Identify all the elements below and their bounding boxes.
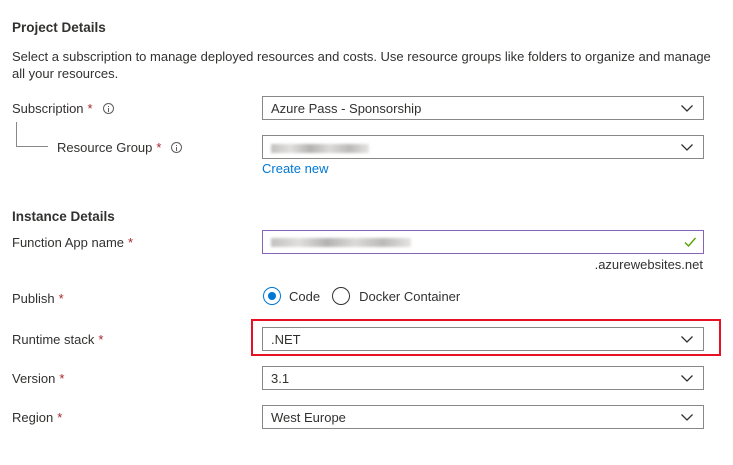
project-details-description: Select a subscription to manage deployed… xyxy=(12,49,711,81)
version-dropdown[interactable]: 3.1 xyxy=(262,366,704,390)
region-label-text: Region xyxy=(12,409,54,425)
publish-docker-label[interactable]: Docker Container xyxy=(359,289,460,304)
region-value: West Europe xyxy=(271,409,346,425)
tree-connector-vertical xyxy=(16,122,17,146)
required-mark: * xyxy=(128,234,134,250)
cropped-text-fragment xyxy=(12,0,132,2)
info-icon[interactable] xyxy=(171,141,183,153)
runtime-stack-label: Runtime stack * xyxy=(12,331,103,347)
version-value: 3.1 xyxy=(271,370,290,386)
required-mark: * xyxy=(57,409,63,425)
required-mark: * xyxy=(98,331,104,347)
region-label: Region * xyxy=(12,409,62,425)
instance-details-heading: Instance Details xyxy=(12,209,115,224)
checkmark-icon xyxy=(684,237,697,248)
runtime-stack-label-text: Runtime stack xyxy=(12,331,95,347)
required-mark: * xyxy=(156,139,162,155)
resource-group-label-text: Resource Group xyxy=(57,139,153,155)
function-app-name-input[interactable] xyxy=(262,230,704,254)
publish-code-radio[interactable] xyxy=(263,287,281,305)
domain-suffix: .azurewebsites.net xyxy=(594,257,703,272)
subscription-value: Azure Pass - Sponsorship xyxy=(271,100,422,116)
function-app-name-label: Function App name * xyxy=(12,234,133,250)
resource-group-label: Resource Group * xyxy=(57,139,183,155)
required-mark: * xyxy=(59,370,65,386)
publish-code-label[interactable]: Code xyxy=(289,289,320,304)
required-mark: * xyxy=(58,290,64,306)
obscured-function-app-name xyxy=(271,237,411,247)
subscription-label: Subscription * xyxy=(12,100,114,116)
tree-connector-horizontal xyxy=(16,146,48,147)
runtime-stack-highlight xyxy=(251,319,721,356)
subscription-dropdown[interactable]: Azure Pass - Sponsorship xyxy=(262,96,704,120)
chevron-down-icon xyxy=(681,144,693,151)
region-dropdown[interactable]: West Europe xyxy=(262,405,704,429)
required-mark: * xyxy=(87,100,93,116)
function-app-name-label-text: Function App name xyxy=(12,234,125,250)
chevron-down-icon xyxy=(681,375,693,382)
create-new-link[interactable]: Create new xyxy=(262,161,328,176)
subscription-label-text: Subscription xyxy=(12,100,84,116)
version-label-text: Version xyxy=(12,370,56,386)
publish-label: Publish * xyxy=(12,290,64,306)
version-label: Version * xyxy=(12,370,64,386)
obscured-resource-group-value xyxy=(271,143,369,153)
resource-group-value xyxy=(271,140,680,155)
resource-group-dropdown[interactable] xyxy=(262,135,704,159)
project-details-heading: Project Details xyxy=(12,20,106,35)
publish-label-text: Publish xyxy=(12,290,55,306)
chevron-down-icon xyxy=(681,414,693,421)
publish-radio-group: Code Docker Container xyxy=(263,286,460,306)
publish-docker-radio[interactable] xyxy=(332,287,351,305)
chevron-down-icon xyxy=(681,105,693,112)
info-icon[interactable] xyxy=(102,102,114,114)
